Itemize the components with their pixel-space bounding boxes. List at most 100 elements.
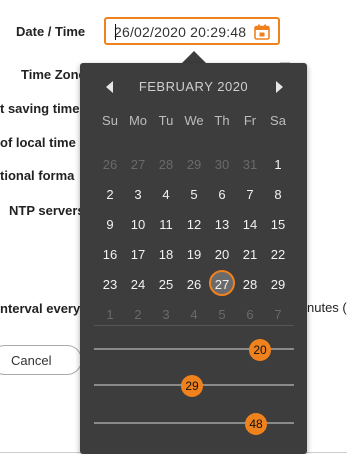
calendar-day[interactable]: 5 <box>180 183 208 207</box>
calendar-day[interactable]: 8 <box>264 183 292 207</box>
calendar-day-number: 28 <box>158 157 174 172</box>
calendar-day[interactable]: 31 <box>236 153 264 177</box>
weekday-header: We <box>184 113 204 128</box>
calendar-day[interactable]: 4 <box>180 303 208 327</box>
calendar-day-number: 15 <box>270 217 286 232</box>
calendar-day[interactable]: 13 <box>208 213 236 237</box>
cancel-button[interactable]: Cancel <box>0 345 82 375</box>
calendar-day[interactable]: 4 <box>152 183 180 207</box>
calendar-day[interactable]: 18 <box>152 243 180 267</box>
second-slider[interactable]: 48 <box>94 413 294 435</box>
weekday-header: Mo <box>128 113 148 128</box>
calendar-day-number: 29 <box>186 157 202 172</box>
calendar-day[interactable]: 1 <box>264 153 292 177</box>
slider-thumb[interactable]: 20 <box>249 339 271 361</box>
slider-thumb[interactable]: 48 <box>245 413 267 435</box>
calendar-day-number: 7 <box>274 307 282 322</box>
calendar-day[interactable]: 3 <box>124 183 152 207</box>
datetime-picker: FEBRUARY 2020 Su Mo Tu We Th Fr Sa 26 27 28 29 30 31… <box>80 63 307 454</box>
calendar-day[interactable]: 24 <box>124 273 152 297</box>
calendar-day[interactable]: 25 <box>152 273 180 297</box>
calendar-day[interactable]: 29 <box>264 273 292 297</box>
calendar-day-number: 4 <box>162 187 170 202</box>
calendar-day[interactable]: 14 <box>236 213 264 237</box>
calendar-day-number: 1 <box>274 157 282 172</box>
calendar-day[interactable]: 27 <box>124 153 152 177</box>
calendar-day-number: 10 <box>130 217 146 232</box>
calendar-day-number: 17 <box>130 247 146 262</box>
cancel-button-label: Cancel <box>11 353 52 368</box>
calendar-day-number: 13 <box>214 217 230 232</box>
calendar-day[interactable]: 5 <box>208 303 236 327</box>
form-label-date-time: Date / Time <box>16 24 86 39</box>
calendar-day-number: 1 <box>106 307 114 322</box>
weekday-header: Su <box>102 113 118 128</box>
calendar-day[interactable]: 2 <box>96 183 124 207</box>
calendar-day[interactable]: 12 <box>180 213 208 237</box>
calendar-day-number: 7 <box>246 187 254 202</box>
triangle-right-icon[interactable] <box>276 81 283 93</box>
weekday-header: Th <box>214 113 230 128</box>
calendar-day-number: 25 <box>158 277 174 292</box>
calendar-day[interactable]: 1 <box>96 303 124 327</box>
calendar-day[interactable]: 26 <box>96 153 124 177</box>
calendar-day-number: 29 <box>270 277 286 292</box>
calendar-day[interactable]: 2 <box>124 303 152 327</box>
calendar-day[interactable]: 6 <box>208 183 236 207</box>
picker-divider <box>94 325 294 326</box>
triangle-left-icon[interactable] <box>106 81 113 93</box>
calendar-day-number: 3 <box>162 307 170 322</box>
month-title: FEBRUARY 2020 <box>138 79 249 94</box>
calendar-day-number: 20 <box>214 247 230 262</box>
calendar-day[interactable]: 6 <box>236 303 264 327</box>
calendar-day[interactable]: 10 <box>124 213 152 237</box>
date-time-input[interactable]: 26/02/2020 20:29:48 <box>104 17 280 45</box>
calendar-day-number: 2 <box>134 307 142 322</box>
minute-slider[interactable]: 29 <box>94 375 294 397</box>
calendar-day[interactable]: 28 <box>236 273 264 297</box>
form-label-time-zone: Time Zone <box>21 67 86 82</box>
calendar-day[interactable]: 19 <box>180 243 208 267</box>
calendar-day[interactable]: 29 <box>180 153 208 177</box>
calendar-day-number: 18 <box>158 247 174 262</box>
calendar-day-number: 4 <box>190 307 198 322</box>
calendar-day[interactable]: 3 <box>152 303 180 327</box>
calendar-day[interactable]: 20 <box>208 243 236 267</box>
form-label-international-format: tional forma <box>0 168 75 183</box>
weekday-header: Tu <box>158 113 174 128</box>
calendar-day-number: 9 <box>106 217 114 232</box>
calendar-day[interactable]: 28 <box>152 153 180 177</box>
calendar-day[interactable]: 17 <box>124 243 152 267</box>
calendar-day-number: 2 <box>106 187 114 202</box>
form-label-local-time: of local time <box>0 135 76 150</box>
minutes-unit-label: nutes ( <box>307 300 347 315</box>
calendar-day-number: 8 <box>274 187 282 202</box>
form-label-ntp-servers: NTP servers <box>9 203 85 218</box>
calendar-day-number: 27 <box>214 277 230 292</box>
calendar-day-number: 21 <box>242 247 258 262</box>
calendar-day[interactable]: 9 <box>96 213 124 237</box>
calendar-day-number: 22 <box>270 247 286 262</box>
calendar-day[interactable]: 7 <box>236 183 264 207</box>
calendar-icon[interactable] <box>254 24 270 40</box>
calendar-day[interactable]: 16 <box>96 243 124 267</box>
hour-slider[interactable]: 20 <box>94 339 294 361</box>
calendar-day-number: 12 <box>186 217 202 232</box>
calendar-day[interactable]: 22 <box>264 243 292 267</box>
calendar-day-number: 26 <box>102 157 118 172</box>
calendar-day[interactable]: 7 <box>264 303 292 327</box>
calendar-day-number: 5 <box>218 307 226 322</box>
calendar-day-number: 31 <box>242 157 258 172</box>
calendar-day[interactable]: 15 <box>264 213 292 237</box>
calendar-day-number: 6 <box>218 187 226 202</box>
calendar-day-number: 3 <box>134 187 142 202</box>
calendar-day[interactable]: 21 <box>236 243 264 267</box>
calendar-day[interactable]: 30 <box>208 153 236 177</box>
calendar-day[interactable]: 23 <box>96 273 124 297</box>
slider-thumb[interactable]: 29 <box>181 375 203 397</box>
weekday-header: Fr <box>243 113 257 128</box>
weekday-header: Sa <box>270 113 286 128</box>
calendar-day[interactable]: 26 <box>180 273 208 297</box>
calendar-day-selected[interactable]: 27 <box>208 270 236 297</box>
calendar-day[interactable]: 11 <box>152 213 180 237</box>
